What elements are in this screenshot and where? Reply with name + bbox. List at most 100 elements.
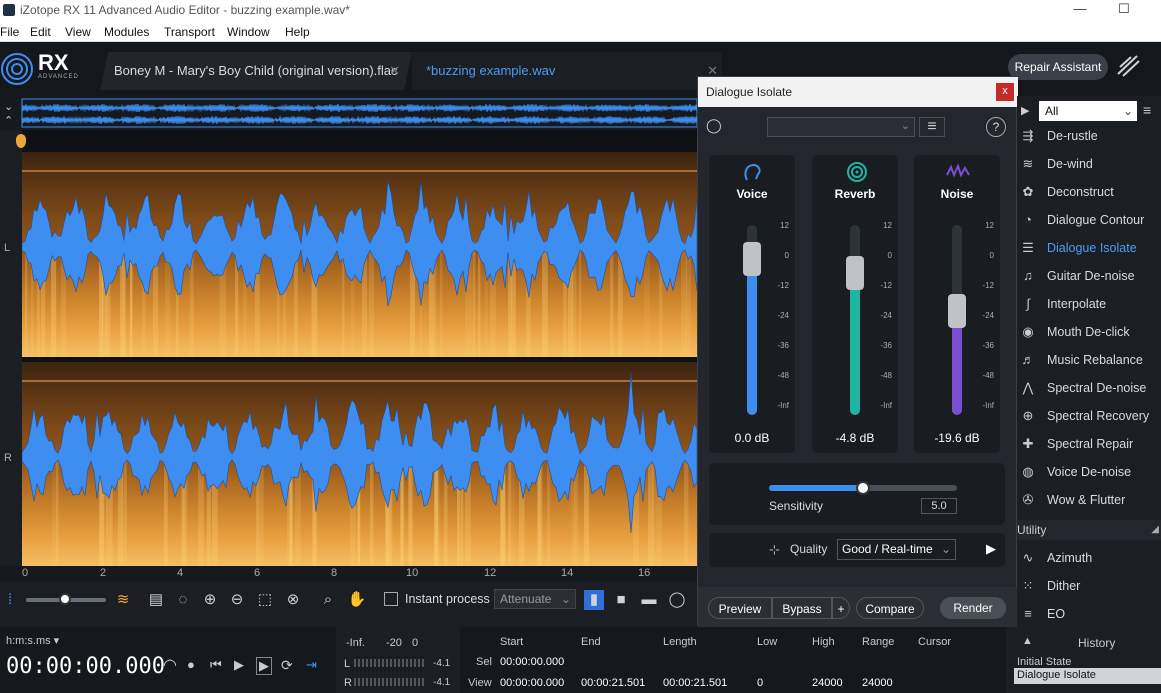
module-item-deconstruct[interactable]: ✿ Deconstruct — [1017, 178, 1161, 206]
view-low-value[interactable]: 0 — [757, 677, 763, 689]
menu-help[interactable]: Help — [285, 25, 310, 39]
record-icon[interactable]: ● — [187, 657, 195, 672]
sensitivity-value-field[interactable]: 5.0 — [921, 498, 957, 514]
voice-fader[interactable] — [743, 225, 761, 415]
utility-item-eq[interactable]: ≡ EQ — [1017, 600, 1161, 618]
waveform-icon[interactable]: ⦙ — [0, 590, 20, 610]
tab-close-icon[interactable]: ✕ — [389, 52, 400, 90]
hand-icon[interactable]: ✋ — [347, 590, 367, 610]
view-range-value[interactable]: 24000 — [862, 677, 893, 689]
tab-boney-m[interactable]: Boney M - Mary's Boy Child (original ver… — [100, 52, 412, 90]
spectrogram-view[interactable]: L R — [0, 130, 697, 567]
view-start-value[interactable]: 00:00:00.000 — [500, 677, 564, 689]
zoom-expand-icon[interactable]: ⌃ — [4, 115, 13, 127]
zoom-collapse-icon[interactable]: ⌄ — [4, 101, 13, 113]
module-item-wow-flutter[interactable]: ✇ Wow & Flutter — [1017, 486, 1161, 514]
history-item-selected[interactable]: Dialogue Isolate — [1014, 668, 1161, 684]
sensitivity-slider-thumb[interactable] — [856, 481, 870, 495]
repair-assistant-button[interactable]: Repair Assistant — [1008, 54, 1108, 80]
reverb-gain-value[interactable]: -4.8 dB — [812, 431, 898, 445]
noise-fader[interactable] — [948, 225, 966, 415]
lasso-icon[interactable]: ◯ — [667, 590, 687, 610]
module-item-interpolate[interactable]: ∫ Interpolate — [1017, 290, 1161, 318]
module-item-voice-de-noise[interactable]: ◍ Voice De-noise — [1017, 458, 1161, 486]
magnify-icon[interactable]: ⌕ — [318, 590, 338, 610]
panel-close-button[interactable]: x — [996, 83, 1014, 101]
spectrogram-left[interactable] — [22, 152, 697, 357]
minimize-button[interactable]: — — [1060, 0, 1100, 22]
module-item-dialogue-isolate[interactable]: ☰ Dialogue Isolate — [1017, 234, 1161, 262]
help-icon[interactable]: ? — [986, 117, 1006, 137]
module-filter-select[interactable]: All ⌄ — [1039, 101, 1137, 121]
play-selection-icon[interactable]: ▶ — [256, 657, 272, 675]
menu-window[interactable]: Window — [227, 25, 270, 39]
noise-gain-value[interactable]: -19.6 dB — [914, 431, 1000, 445]
opacity-slider-thumb[interactable] — [59, 593, 71, 605]
menu-edit[interactable]: Edit — [30, 25, 51, 39]
expand-arrow-icon[interactable]: ▶ — [1021, 104, 1029, 117]
collapse-icon[interactable]: ◢ — [1151, 520, 1159, 540]
preview-button[interactable]: Preview — [708, 597, 772, 619]
attenuate-select[interactable]: Attenuate ⌄ — [494, 589, 576, 609]
history-item[interactable]: Initial State — [1017, 656, 1071, 668]
comment-icon[interactable]: ◯ — [706, 117, 722, 134]
reverb-fader[interactable] — [846, 225, 864, 415]
compare-button[interactable]: Compare — [856, 597, 924, 619]
module-item-mouth-de-click[interactable]: ◉ Mouth De-click — [1017, 318, 1161, 346]
time-ruler[interactable]: 0 2 4 6 8 10 12 14 16 — [0, 566, 697, 582]
follow-playhead-icon[interactable]: ⇥ — [306, 657, 317, 673]
history-collapse-icon[interactable]: ▲ — [1022, 635, 1033, 647]
voice-gain-value[interactable]: 0.0 dB — [709, 431, 795, 445]
time-format-select[interactable]: h:m:s.ms ▾ — [6, 634, 59, 647]
zoom-selection-icon[interactable]: ⬚ — [255, 590, 275, 610]
menu-file[interactable]: File — [0, 25, 19, 39]
view-length-value[interactable]: 00:00:21.501 — [663, 677, 727, 689]
tab-buzzing-example[interactable]: *buzzing example.wav ✕ — [412, 52, 722, 90]
module-item-spectral-recovery[interactable]: ⊕ Spectral Recovery — [1017, 402, 1161, 430]
sel-start-value[interactable]: 00:00:00.000 — [500, 656, 564, 668]
playhead-marker-icon[interactable] — [16, 134, 26, 148]
zoom-in-icon[interactable]: ⊕ — [200, 590, 220, 610]
zoom-fit-icon[interactable]: ⊗ — [283, 590, 303, 610]
utility-item-dither[interactable]: ⁙ Dither — [1017, 572, 1161, 600]
list-icon[interactable]: ▤ — [146, 590, 166, 610]
module-item-spectral-repair[interactable]: ✚ Spectral Repair — [1017, 430, 1161, 458]
module-item-guitar-de-noise[interactable]: ♫ Guitar De-noise — [1017, 262, 1161, 290]
sensitivity-slider[interactable] — [769, 481, 957, 495]
play-icon[interactable]: ▶ — [234, 657, 244, 673]
quality-select[interactable]: Good / Real-time ⌄ — [837, 539, 956, 560]
play-icon[interactable]: ▶ — [986, 541, 996, 557]
instant-process-checkbox[interactable] — [384, 592, 398, 606]
connect-icon[interactable] — [1115, 52, 1141, 80]
spectrogram-icon[interactable]: ≋ — [113, 590, 133, 610]
preset-select[interactable]: ⌄ — [767, 117, 915, 137]
reverb-fader-thumb[interactable] — [846, 255, 864, 290]
maximize-button[interactable]: ☐ — [1104, 0, 1144, 22]
bypass-button[interactable]: Bypass — [772, 597, 832, 619]
module-item-dialogue-contour[interactable]: ◔ Dialogue Contour — [1017, 206, 1161, 234]
comment-icon[interactable]: ◌ — [173, 590, 193, 610]
loop-icon[interactable]: ⟳ — [281, 657, 293, 674]
module-item-spectral-de-noise[interactable]: ⋀ Spectral De-noise — [1017, 374, 1161, 402]
menu-transport[interactable]: Transport — [164, 25, 215, 39]
skip-back-icon[interactable]: ⏮ — [210, 657, 222, 673]
time-frequency-selection-icon[interactable]: ▬ — [639, 590, 659, 610]
render-button[interactable]: Render — [940, 597, 1006, 619]
module-item-de-rustle[interactable]: ⇶ De-rustle — [1017, 122, 1161, 150]
headphones-icon[interactable]: ◠ — [163, 655, 177, 675]
time-selection-icon[interactable]: ▮ — [584, 590, 604, 610]
spectrogram-right[interactable] — [22, 362, 697, 567]
module-item-de-wind[interactable]: ≋ De-wind — [1017, 150, 1161, 178]
view-end-value[interactable]: 00:00:21.501 — [581, 677, 645, 689]
view-high-value[interactable]: 24000 — [812, 677, 843, 689]
menu-view[interactable]: View — [65, 25, 91, 39]
module-item-music-rebalance[interactable]: ♬ Music Rebalance — [1017, 346, 1161, 374]
noise-fader-thumb[interactable] — [948, 293, 966, 328]
frequency-selection-icon[interactable]: ■ — [611, 590, 631, 610]
menu-modules[interactable]: Modules — [104, 25, 149, 39]
utility-item-azimuth[interactable]: ∿ Azimuth — [1017, 544, 1161, 572]
preset-menu-icon[interactable]: ≡ — [919, 117, 945, 137]
module-menu-icon[interactable]: ≡ — [1143, 102, 1151, 118]
voice-fader-thumb[interactable] — [743, 242, 761, 277]
zoom-out-icon[interactable]: ⊖ — [227, 590, 247, 610]
